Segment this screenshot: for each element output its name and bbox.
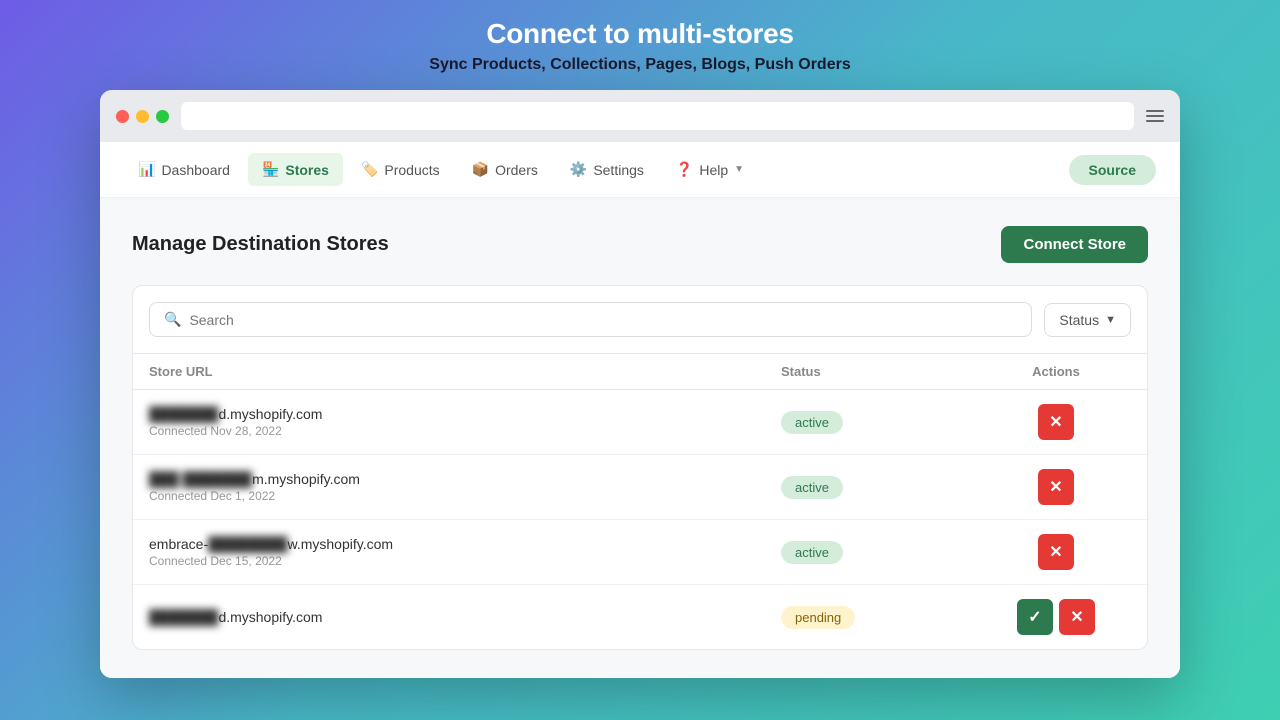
store-info: ███████d.myshopify.com Connected Nov 28,… [149, 406, 781, 438]
delete-store-button[interactable]: ✕ [1059, 599, 1095, 635]
actions-cell: ✕ [981, 469, 1131, 505]
store-url-suffix: w.myshopify.com [288, 536, 394, 552]
store-url-suffix: d.myshopify.com [218, 406, 322, 422]
connect-store-button[interactable]: Connect Store [1001, 226, 1148, 263]
help-icon: ❓ [676, 161, 693, 178]
nav-products-label: Products [384, 162, 439, 178]
app-content: 📊 Dashboard 🏪 Stores 🏷️ Products 📦 Order… [100, 142, 1180, 678]
nav-help[interactable]: ❓ Help ▼ [662, 153, 758, 186]
store-url: ███████d.myshopify.com [149, 406, 781, 422]
actions-cell: ✕ [981, 534, 1131, 570]
settings-icon: ⚙️ [570, 161, 587, 178]
table-row: ███████d.myshopify.com pending ✓ ✕ [133, 585, 1147, 649]
products-icon: 🏷️ [361, 161, 378, 178]
status-badge: pending [781, 606, 855, 629]
search-input-wrap[interactable]: 🔍 [149, 302, 1032, 337]
nav-stores[interactable]: 🏪 Stores [248, 153, 343, 186]
col-actions: Actions [981, 364, 1131, 379]
chevron-down-icon: ▼ [734, 164, 744, 175]
col-store-url: Store URL [149, 364, 781, 379]
orders-icon: 📦 [472, 161, 489, 178]
delete-store-button[interactable]: ✕ [1038, 404, 1074, 440]
table-row: embrace-████████w.myshopify.com Connecte… [133, 520, 1147, 585]
stores-table-container: 🔍 Status ▼ Store URL Status Actions [132, 285, 1148, 650]
page-title: Manage Destination Stores [132, 233, 389, 256]
nav-dashboard[interactable]: 📊 Dashboard [124, 153, 244, 186]
store-url: embrace-████████w.myshopify.com [149, 536, 781, 552]
traffic-lights [116, 110, 169, 123]
search-bar: 🔍 Status ▼ [133, 286, 1147, 354]
nav-orders[interactable]: 📦 Orders [458, 153, 552, 186]
store-url-prefix-text: embrace- [149, 536, 208, 552]
status-filter-label: Status [1059, 312, 1099, 328]
status-cell: active [781, 541, 981, 564]
store-url-prefix: ███ ███████ [149, 471, 252, 487]
main-content: Manage Destination Stores Connect Store … [100, 198, 1180, 678]
hero-title: Connect to multi-stores [486, 18, 793, 50]
minimize-button[interactable] [136, 110, 149, 123]
status-badge: active [781, 411, 843, 434]
status-cell: active [781, 476, 981, 499]
search-icon: 🔍 [164, 311, 181, 328]
nav-orders-label: Orders [495, 162, 538, 178]
nav-products[interactable]: 🏷️ Products [347, 153, 454, 186]
nav-settings[interactable]: ⚙️ Settings [556, 153, 658, 186]
close-button[interactable] [116, 110, 129, 123]
nav-stores-label: Stores [285, 162, 329, 178]
browser-window: 📊 Dashboard 🏪 Stores 🏷️ Products 📦 Order… [100, 90, 1180, 678]
store-url-suffix: d.myshopify.com [218, 609, 322, 625]
actions-cell: ✕ [981, 404, 1131, 440]
store-connected-date: Connected Nov 28, 2022 [149, 424, 781, 438]
store-url: ███ ███████m.myshopify.com [149, 471, 781, 487]
source-button[interactable]: Source [1069, 155, 1156, 185]
hero-subtitle: Sync Products, Collections, Pages, Blogs… [429, 56, 850, 74]
page-header: Manage Destination Stores Connect Store [132, 226, 1148, 263]
chevron-down-icon: ▼ [1105, 314, 1116, 326]
browser-chrome [100, 90, 1180, 142]
delete-store-button[interactable]: ✕ [1038, 534, 1074, 570]
stores-icon: 🏪 [262, 161, 279, 178]
status-badge: active [781, 476, 843, 499]
table-header: Store URL Status Actions [133, 354, 1147, 390]
store-info: ███████d.myshopify.com [149, 609, 781, 625]
store-url: ███████d.myshopify.com [149, 609, 781, 625]
store-connected-date: Connected Dec 1, 2022 [149, 489, 781, 503]
status-filter-dropdown[interactable]: Status ▼ [1044, 303, 1131, 337]
table-row: ███ ███████m.myshopify.com Connected Dec… [133, 455, 1147, 520]
approve-store-button[interactable]: ✓ [1017, 599, 1053, 635]
store-url-blurred: ████████ [208, 536, 287, 552]
status-badge: active [781, 541, 843, 564]
store-url-prefix: ███████ [149, 406, 218, 422]
maximize-button[interactable] [156, 110, 169, 123]
dashboard-icon: 📊 [138, 161, 155, 178]
store-url-prefix: ███████ [149, 609, 218, 625]
actions-cell: ✓ ✕ [981, 599, 1131, 635]
table-row: ███████d.myshopify.com Connected Nov 28,… [133, 390, 1147, 455]
delete-store-button[interactable]: ✕ [1038, 469, 1074, 505]
nav-help-label: Help [699, 162, 728, 178]
col-status: Status [781, 364, 981, 379]
nav-dashboard-label: Dashboard [161, 162, 230, 178]
hamburger-menu[interactable] [1146, 110, 1164, 122]
navigation: 📊 Dashboard 🏪 Stores 🏷️ Products 📦 Order… [100, 142, 1180, 198]
status-cell: pending [781, 606, 981, 629]
store-url-suffix: m.myshopify.com [252, 471, 360, 487]
store-info: embrace-████████w.myshopify.com Connecte… [149, 536, 781, 568]
address-bar[interactable] [181, 102, 1134, 130]
search-input[interactable] [189, 312, 1017, 328]
status-cell: active [781, 411, 981, 434]
store-info: ███ ███████m.myshopify.com Connected Dec… [149, 471, 781, 503]
nav-settings-label: Settings [593, 162, 644, 178]
store-connected-date: Connected Dec 15, 2022 [149, 554, 781, 568]
